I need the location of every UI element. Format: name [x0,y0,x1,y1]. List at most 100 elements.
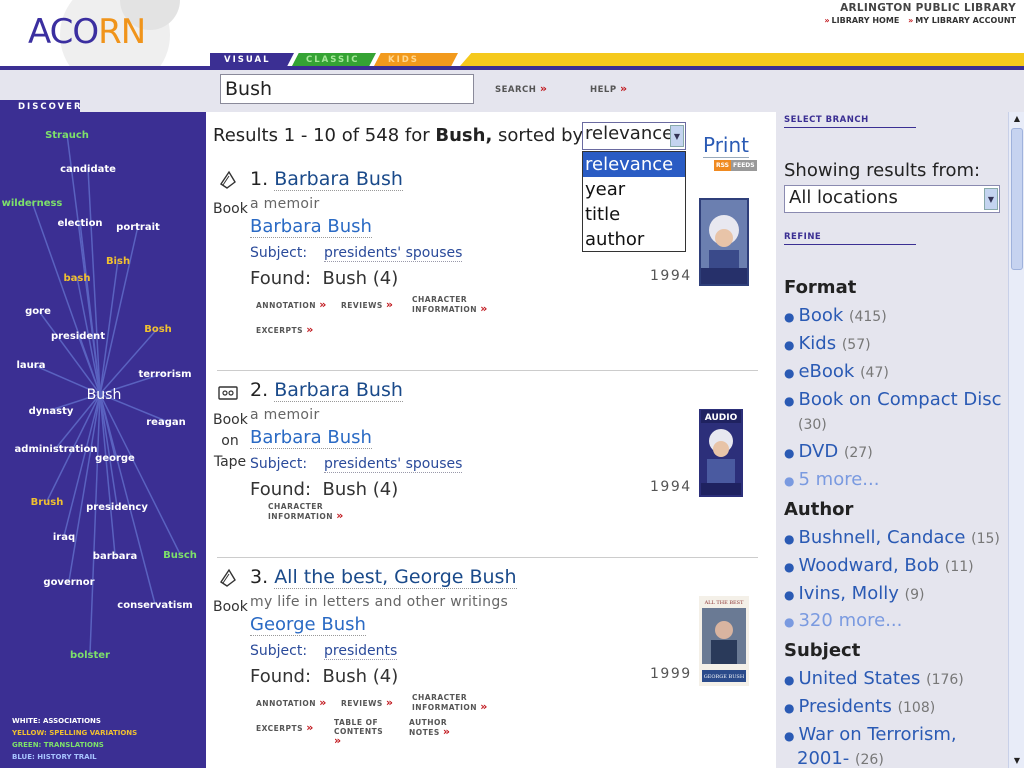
discover-term[interactable]: dynasty [29,406,74,417]
annotation-link[interactable]: ANNOTATION » [256,697,327,708]
search-button[interactable]: SEARCH » [495,82,547,95]
discover-center-term[interactable]: Bush [87,387,122,403]
result-number: 2. [250,379,269,401]
character-information-link[interactable]: CHARACTER INFORMATION » [268,502,348,521]
discover-term[interactable]: administration [15,444,98,455]
author-more-link[interactable]: ● 320 more... [784,610,902,631]
scroll-thumb[interactable] [1011,128,1023,270]
scrollbar[interactable]: ▲ ▼ [1008,112,1024,768]
tab-visual[interactable]: VISUAL [210,53,294,66]
character-information-link[interactable]: CHARACTER INFORMATION » [412,295,492,314]
result-type-line: on [221,433,239,449]
sort-option-author[interactable]: author [583,227,685,252]
discover-term[interactable]: george [95,453,135,464]
annotation-link[interactable]: ANNOTATION » [256,298,327,311]
discover-term[interactable]: Busch [163,550,197,561]
facet-item[interactable]: ● Bushnell, Candace (15) [784,527,1000,548]
chevron-down-icon[interactable]: ▼ [984,188,998,210]
result-title-link[interactable]: 1. Barbara Bush [250,168,403,191]
arrow-icon: » [620,82,628,95]
facet-count: (57) [841,337,871,353]
discover-term[interactable]: presidency [86,502,148,513]
facet-label: Book on Compact Disc [798,389,1002,410]
result-title-link[interactable]: 2. Barbara Bush [250,379,403,402]
help-button[interactable]: HELP » [590,82,628,95]
discover-term[interactable]: governor [43,577,94,588]
reviews-link[interactable]: REVIEWS » [341,697,394,708]
rss-feeds-button[interactable]: RSS FEEDS [714,160,757,171]
facet-item[interactable]: ● DVD (27) [784,441,873,462]
book-cover-image[interactable] [699,198,749,286]
character-information-link[interactable]: CHARACTER INFORMATION » [412,693,492,712]
facet-label: Ivins, Molly [798,583,899,604]
book-cover-image[interactable]: ALL THE BEST GEORGE BUSH [699,596,749,686]
bullet-icon: ● [784,729,795,743]
discover-term[interactable]: president [51,331,105,342]
sort-option-year[interactable]: year [583,177,685,202]
discover-term[interactable]: Brush [31,497,64,508]
tab-kids[interactable]: KIDS [374,53,458,66]
discover-term[interactable]: bash [64,273,91,284]
discover-term[interactable]: bolster [70,650,110,661]
excerpts-link[interactable]: EXCERPTS » [256,324,314,335]
acorn-logo[interactable]: ACORN [28,12,146,52]
chevron-down-icon[interactable]: ▼ [670,125,684,147]
reviews-link[interactable]: REVIEWS » [341,299,394,310]
sort-option-relevance[interactable]: relevance [583,152,685,177]
result-subject-link[interactable]: presidents' spouses [324,456,463,473]
discover-term[interactable]: candidate [60,164,116,175]
bullet-icon: ● [784,446,795,460]
discover-term[interactable]: gore [25,306,51,317]
discover-term[interactable]: portrait [116,222,160,233]
search-input[interactable] [220,74,474,104]
result-author-link[interactable]: George Bush [250,614,366,636]
discover-term[interactable]: iraq [53,532,75,543]
format-more-link[interactable]: ● 5 more... [784,469,879,490]
discover-term[interactable]: terrorism [138,369,191,380]
facet-item-continued[interactable]: 2001- (26) [797,748,884,768]
my-library-account-link[interactable]: » MY LIBRARY ACCOUNT [908,16,1016,25]
author-notes-link[interactable]: AUTHOR NOTES » [409,718,465,737]
sort-option-title[interactable]: title [583,202,685,227]
facet-item[interactable]: ● Book on Compact Disc [784,389,1002,410]
discover-term[interactable]: wilderness [2,198,63,209]
discover-term[interactable]: reagan [146,417,186,428]
print-link[interactable]: Print [703,133,750,158]
facet-item[interactable]: ● Book (415) [784,305,887,326]
discover-term[interactable]: election [57,218,102,229]
facet-item[interactable]: ● Kids (57) [784,333,871,354]
tag-label: REVIEWS [341,699,383,708]
result-subject-link[interactable]: presidents' spouses [324,245,463,262]
library-home-link[interactable]: » LIBRARY HOME [824,16,899,25]
result-subject-link[interactable]: presidents [324,643,398,660]
location-select[interactable]: All locations ▼ [784,185,1000,213]
facet-label: War on Terrorism, [798,724,957,745]
facet-item[interactable]: ● United States (176) [784,668,964,689]
scroll-up-icon[interactable]: ▲ [1010,112,1024,126]
result-author-link[interactable]: Barbara Bush [250,216,372,238]
facet-item[interactable]: ● eBook (47) [784,361,889,382]
discover-term[interactable]: laura [17,360,46,371]
facet-item[interactable]: ● Ivins, Molly (9) [784,583,924,604]
facet-item[interactable]: ● Woodward, Bob (11) [784,555,974,576]
sort-select[interactable]: relevance ▼ [582,122,686,150]
cassette-icon [218,386,238,400]
tab-classic[interactable]: CLASSIC [292,53,376,66]
help-button-label: HELP [590,85,617,95]
arrow-icon: » [319,298,327,311]
discover-term[interactable]: barbara [93,551,137,562]
facet-item[interactable]: ● War on Terrorism, [784,724,957,745]
audiobook-cover-image[interactable]: AUDIO [699,409,743,497]
table-of-contents-link[interactable]: TABLE OF CONTENTS » [334,718,390,746]
discover-term[interactable]: Bish [106,256,130,267]
excerpts-link[interactable]: EXCERPTS » [256,722,314,733]
facet-item[interactable]: ● Presidents (108) [784,696,935,717]
result-type-line: Tape [213,454,247,470]
result-found: Found: Bush (4) [250,479,398,500]
discover-term[interactable]: conservatism [117,600,192,611]
discover-term[interactable]: Bosh [144,324,172,335]
discover-term[interactable]: Strauch [45,130,89,141]
scroll-down-icon[interactable]: ▼ [1010,754,1024,768]
result-author-link[interactable]: Barbara Bush [250,427,372,449]
result-title-link[interactable]: 3. All the best, George Bush [250,566,517,589]
